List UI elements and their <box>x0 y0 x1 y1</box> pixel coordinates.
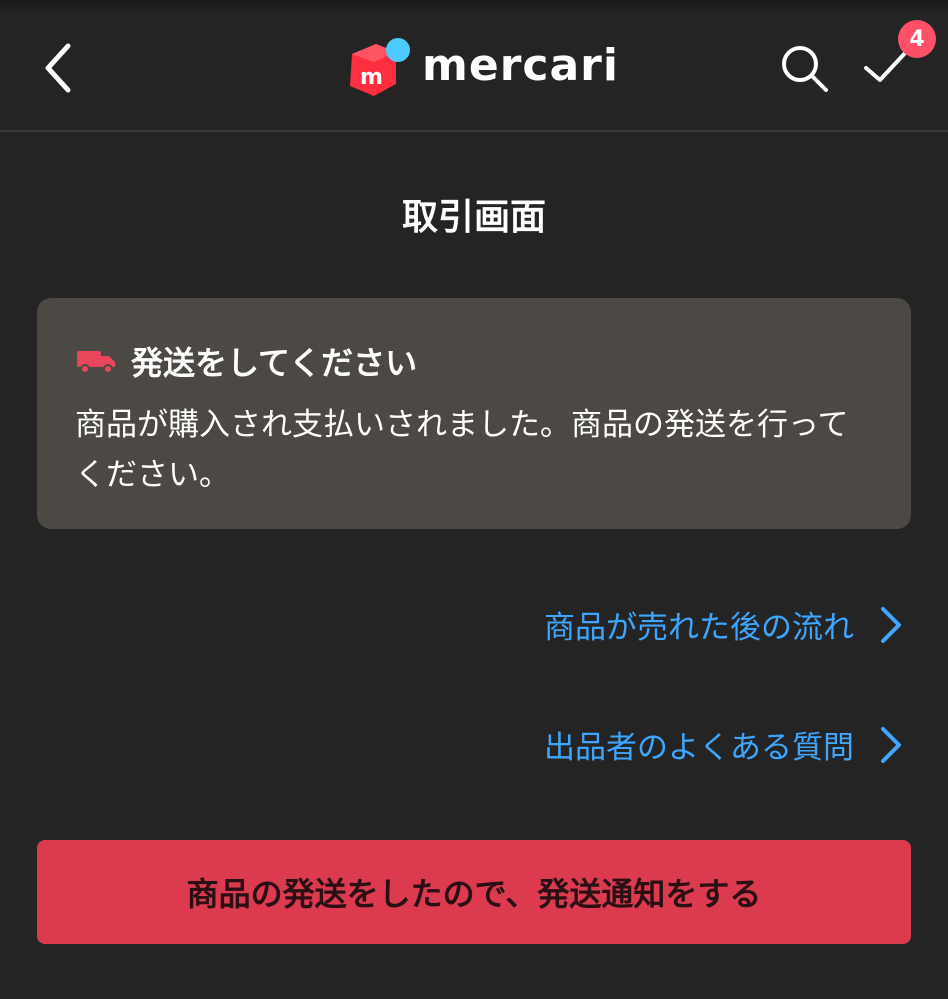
svg-text:m: m <box>360 65 383 90</box>
link-label: 商品が売れた後の流れ <box>544 610 854 646</box>
truck-icon <box>77 351 115 374</box>
link-seller-faq[interactable]: 出品者のよくある質問 <box>544 722 904 767</box>
page-title: 取引画面 <box>401 197 546 238</box>
link-label: 出品者のよくある質問 <box>544 730 854 766</box>
mercari-logo: m mercari <box>346 36 619 100</box>
chevron-right-icon <box>881 606 901 643</box>
search-icon <box>782 46 828 92</box>
mercari-logo-mark: m <box>346 36 412 100</box>
search-button[interactable] <box>778 42 832 96</box>
chevron-left-icon <box>45 43 71 93</box>
cta-label: 商品の発送をしたので、発送通知をする <box>186 875 762 913</box>
notice-header: 発送をしてください <box>77 338 417 384</box>
link-after-sale-flow[interactable]: 商品が売れた後の流れ <box>544 602 904 647</box>
back-button[interactable] <box>30 38 90 98</box>
chevron-right-icon <box>881 726 901 763</box>
logo-text: mercari <box>422 39 619 91</box>
notice-message: 商品が購入され支払いされました。商品の発送を行ってください。 <box>75 407 849 493</box>
shipping-notice-card: 発送をしてください 商品が購入され支払いされました。商品の発送を行ってください。 <box>37 298 911 529</box>
notice-title: 発送をしてください <box>131 344 418 382</box>
app-header: m mercari 4 <box>0 0 948 132</box>
shipping-notification-button[interactable]: 商品の発送をしたので、発送通知をする <box>37 840 911 944</box>
notification-badge: 4 <box>898 20 936 58</box>
